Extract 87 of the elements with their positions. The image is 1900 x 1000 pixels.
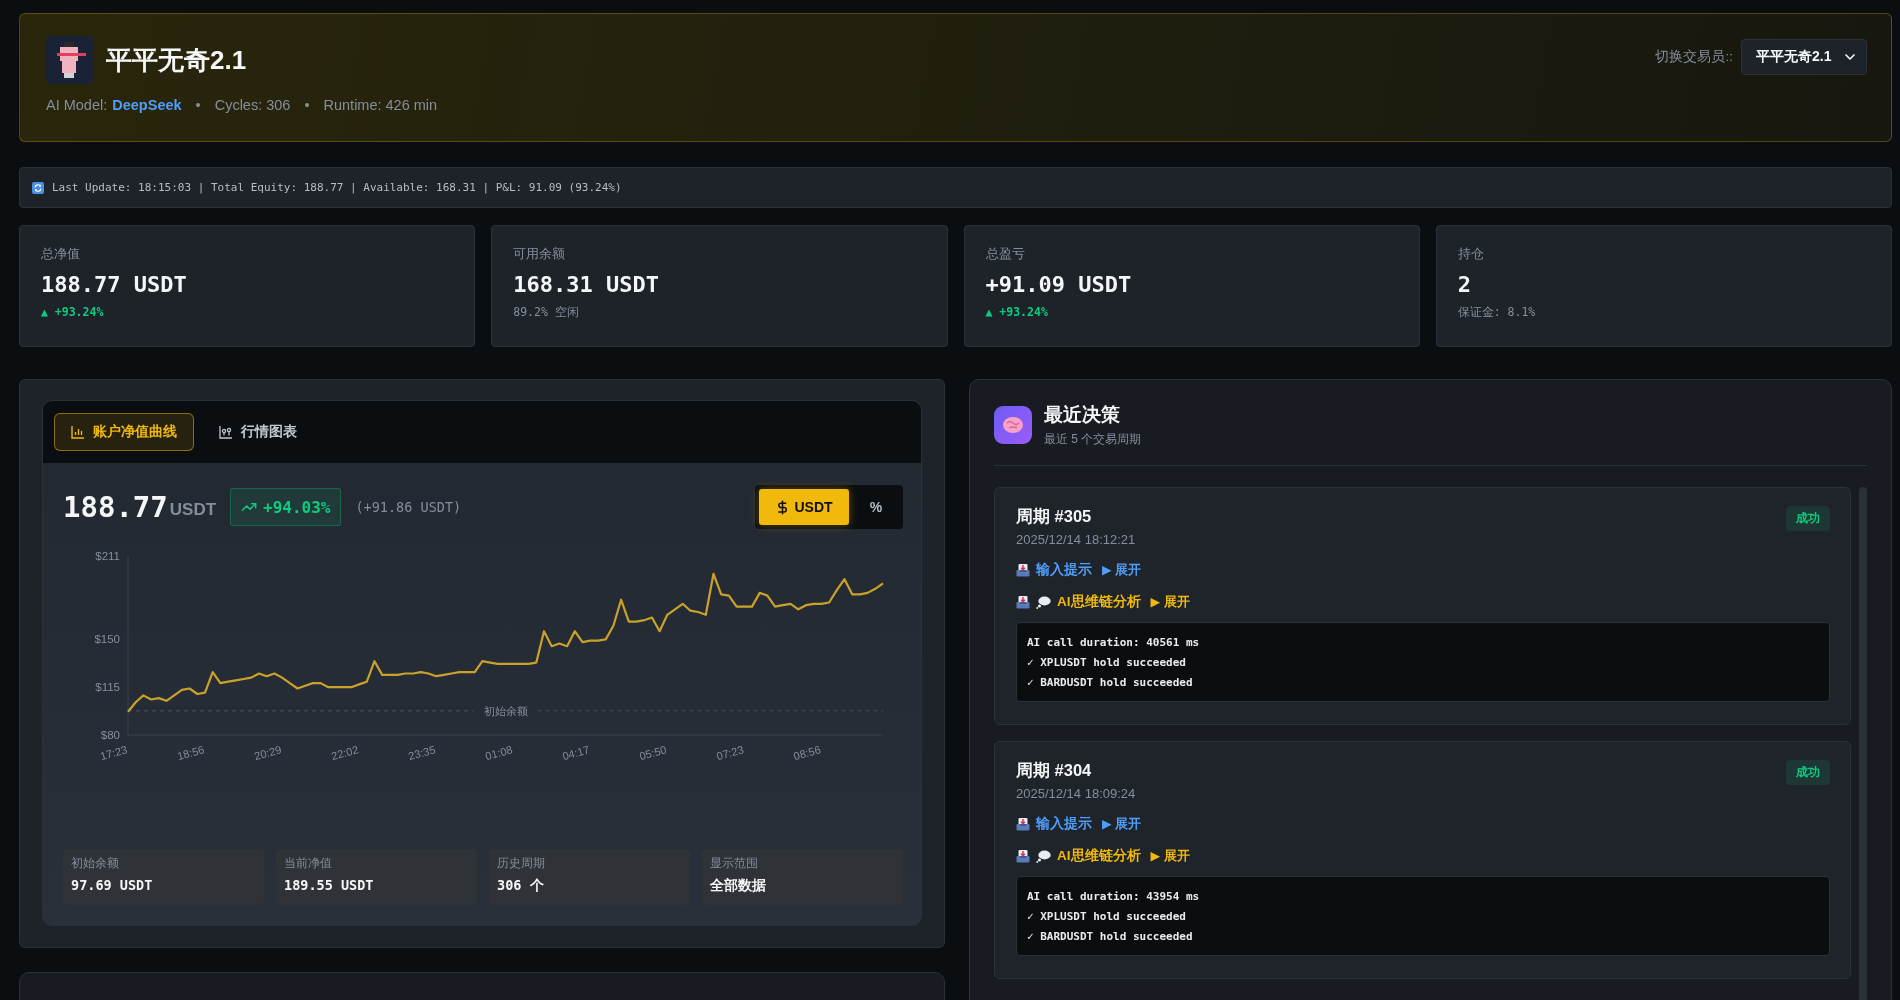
- separator: •: [304, 97, 310, 113]
- axis-label: 23:35: [407, 743, 437, 763]
- stat-note: 89.2% 空闲: [513, 305, 579, 320]
- expand-link[interactable]: ▶ 展开: [1102, 561, 1142, 579]
- log-line: ✓ XPLUSDT hold succeeded: [1027, 909, 1186, 925]
- inbox-tray-icon: [1016, 849, 1030, 863]
- separator: •: [195, 97, 201, 113]
- expand-link[interactable]: ▶ 展开: [1150, 593, 1190, 611]
- stat-note: 保证金: 8.1%: [1457, 305, 1536, 320]
- expand-link[interactable]: ▶ 展开: [1102, 815, 1142, 833]
- axis-label: $150: [94, 633, 120, 646]
- inbox-tray-icon: [1016, 563, 1030, 577]
- reasoning-link[interactable]: AI思维链分析: [1057, 847, 1141, 865]
- axis-label: 18:56: [175, 743, 206, 763]
- stat-label: 总净值: [41, 246, 80, 263]
- inbox-tray-icon: [1016, 817, 1030, 831]
- decisions-subtitle: 最近 5 个交易周期: [1044, 431, 1142, 448]
- pixel-character-icon: [46, 36, 94, 84]
- axis-label: $80: [100, 729, 120, 741]
- decisions-title: 最近决策: [1044, 403, 1121, 427]
- summary-value: 306 个: [497, 877, 544, 895]
- brain-icon: [994, 406, 1032, 444]
- axis-label: $115: [95, 681, 120, 694]
- stat-label: 持仓: [1457, 246, 1484, 263]
- bar-chart-icon: [71, 425, 85, 439]
- stat-label: 总盈亏: [985, 246, 1025, 263]
- stat-change: ▲ +93.24%: [41, 305, 104, 319]
- summary-label: 初始余额: [71, 856, 119, 871]
- axis-label: 17:23: [98, 743, 129, 763]
- stat-value: 188.77 USDT: [41, 272, 187, 297]
- axis-label: 20:29: [252, 743, 283, 763]
- axis-label: 04:17: [561, 743, 591, 763]
- cycle-title: 周期 #305: [1016, 506, 1092, 527]
- change-amount: (+91.86 USDT): [355, 499, 462, 515]
- summary-value: 全部数据: [710, 877, 766, 895]
- stat-label: 可用余额: [513, 246, 566, 263]
- status-badge: 成功: [1786, 506, 1830, 531]
- prompt-link[interactable]: 输入提示: [1036, 815, 1092, 833]
- summary-label: 显示范围: [710, 856, 758, 871]
- trader-select[interactable]: 平平无奇2.1: [1741, 39, 1867, 75]
- scrollbar[interactable]: [1859, 487, 1867, 1000]
- trader-switch-label: 切换交易员::: [1655, 48, 1733, 66]
- model-name: DeepSeek: [112, 97, 182, 113]
- model-label: AI Model:: [46, 97, 108, 113]
- refresh-icon: [32, 181, 44, 194]
- summary-label: 历史周期: [497, 856, 545, 871]
- unit-toggle-button[interactable]: USDT: [759, 489, 849, 525]
- expand-link[interactable]: ▶ 展开: [1150, 847, 1190, 865]
- log-line: AI call duration: 40561 ms: [1027, 635, 1200, 651]
- cycle-time: 2025/12/14 18:12:21: [1016, 532, 1136, 547]
- chart-icon: [219, 425, 233, 439]
- chart-tab[interactable]: 账户净值曲线: [54, 413, 194, 451]
- axis-label: $211: [95, 550, 120, 562]
- change-badge: +94.03%: [230, 488, 342, 526]
- prompt-link[interactable]: 输入提示: [1036, 561, 1092, 579]
- summary-label: 当前净值: [284, 856, 332, 871]
- trader-title: 平平无奇2.1: [106, 43, 247, 77]
- stat-value: +91.09 USDT: [985, 272, 1132, 297]
- thought-bubble-icon: [1036, 595, 1051, 609]
- reasoning-link[interactable]: AI思维链分析: [1057, 593, 1141, 611]
- log-line: ✓ BARDUSDT hold succeeded: [1027, 929, 1193, 945]
- runtime-text: Runtime: 426 min: [323, 97, 438, 113]
- axis-label: 22:02: [329, 743, 360, 763]
- status-badge: 成功: [1786, 760, 1830, 785]
- status-text: Last Update: 18:15:03 | Total Equity: 188.77 | Available: 168.31 | P&L: 91.09 (93.24%): [52, 181, 622, 194]
- cycles-text: Cycles: 306: [214, 97, 291, 113]
- chart-tab[interactable]: 行情图表: [202, 413, 314, 451]
- stat-change: ▲ +93.24%: [985, 305, 1048, 319]
- stat-value: 168.31 USDT: [513, 272, 659, 297]
- stat-value: 2: [1457, 272, 1471, 297]
- thought-bubble-icon: [1036, 849, 1051, 863]
- axis-label: 01:08: [484, 743, 514, 763]
- log-line: ✓ XPLUSDT hold succeeded: [1027, 655, 1186, 671]
- axis-label: 07:23: [715, 743, 745, 763]
- cycle-time: 2025/12/14 18:09:24: [1016, 786, 1136, 801]
- reference-line-label: 初始余额: [483, 704, 528, 717]
- log-line: AI call duration: 43954 ms: [1027, 889, 1200, 905]
- axis-label: 08:56: [792, 743, 822, 763]
- cycle-title: 周期 #304: [1016, 760, 1092, 781]
- equity-value: 188.77: [63, 490, 168, 524]
- summary-value: 189.55 USDT: [284, 877, 374, 893]
- equity-unit: USDT: [169, 500, 217, 520]
- log-line: ✓ BARDUSDT hold succeeded: [1027, 675, 1193, 691]
- inbox-tray-icon: [1016, 595, 1030, 609]
- axis-label: 05:50: [638, 743, 668, 763]
- summary-value: 97.69 USDT: [71, 877, 153, 893]
- unit-toggle-button[interactable]: %: [853, 489, 899, 525]
